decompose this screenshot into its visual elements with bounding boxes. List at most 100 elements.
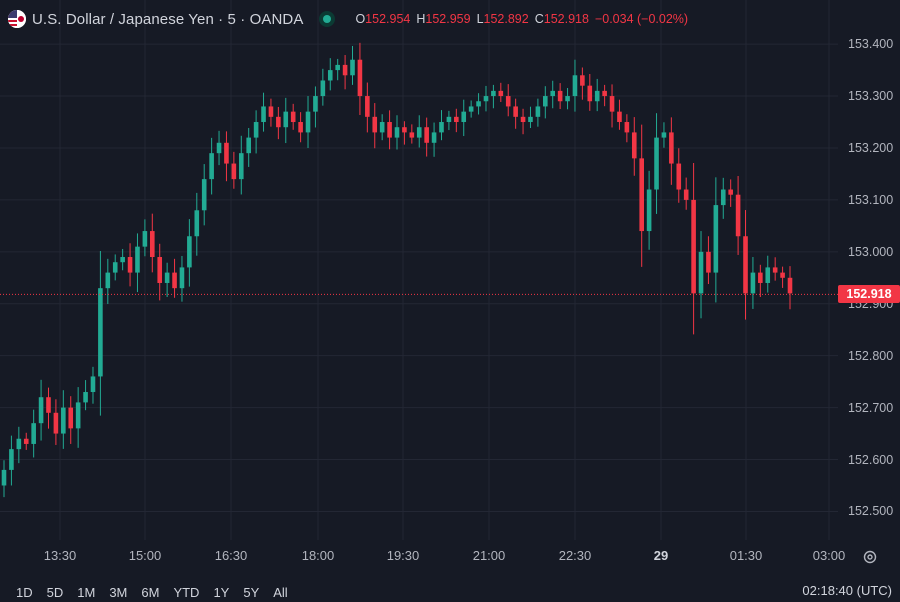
candle-body xyxy=(706,251,711,273)
candle-body xyxy=(350,59,355,76)
candle-up xyxy=(209,137,214,195)
range-button-5d[interactable]: 5D xyxy=(47,585,64,600)
candle-body xyxy=(298,122,303,133)
x-tick-label: 15:00 xyxy=(128,548,162,563)
candle-body xyxy=(765,267,771,283)
candle-down xyxy=(780,266,785,288)
candle-body xyxy=(224,142,229,164)
candle-up xyxy=(543,86,548,119)
y-tick-label: 152.700 xyxy=(848,400,894,415)
candle-body xyxy=(194,210,200,237)
candle-body xyxy=(669,132,674,164)
candle-down xyxy=(224,131,229,182)
candle-body xyxy=(431,132,437,143)
ohlc-key: O xyxy=(355,12,366,26)
settings-gear-icon[interactable] xyxy=(861,548,879,566)
candle-body xyxy=(617,111,622,123)
utc-clock[interactable]: 02:18:40 (UTC) xyxy=(802,583,892,598)
candle-body xyxy=(172,272,177,289)
ohlc-item: O152.954 xyxy=(355,12,410,26)
range-button-5y[interactable]: 5Y xyxy=(243,585,259,600)
candle-body xyxy=(23,438,29,444)
time-axis[interactable]: 13:30 15:00 16:30 18:00 19:30 21:00 22:30 29 01:… xyxy=(0,540,846,570)
candle-up xyxy=(135,233,140,293)
candle-down xyxy=(557,83,563,110)
candle-body xyxy=(357,59,363,97)
ohlc-value: −0.034 (−0.02%) xyxy=(594,12,689,26)
candle-up xyxy=(142,219,148,257)
candle-body xyxy=(68,407,74,429)
candle-up xyxy=(698,231,704,319)
candle-body xyxy=(758,272,763,283)
range-button-1d[interactable]: 1D xyxy=(16,585,33,600)
candle-body xyxy=(565,96,570,102)
range-button-all[interactable]: All xyxy=(273,585,287,600)
x-tick-label: 01:30 xyxy=(729,548,763,563)
y-tick-label: 153.400 xyxy=(848,37,894,52)
candle-down xyxy=(46,387,51,429)
candle-down xyxy=(669,117,674,185)
candle-body xyxy=(787,277,793,294)
candle-up xyxy=(105,258,111,305)
y-tick-label: 153.300 xyxy=(848,89,894,104)
candle-body xyxy=(446,116,452,123)
candle-down xyxy=(624,114,630,143)
candle-body xyxy=(313,96,318,112)
range-button-6m[interactable]: 6M xyxy=(141,585,159,600)
ohlc-value: 152.954 xyxy=(365,12,411,26)
symbol-title[interactable]: U.S. Dollar / Japanese Yen · 5 · OANDA xyxy=(32,11,303,28)
range-button-ytd[interactable]: YTD xyxy=(173,585,199,600)
candle-body xyxy=(572,75,578,97)
candle-body xyxy=(698,251,704,294)
candle-down xyxy=(357,42,363,116)
candle-body xyxy=(246,137,251,154)
range-button-1y[interactable]: 1Y xyxy=(213,585,229,600)
candle-body xyxy=(216,142,222,154)
candle-body xyxy=(157,257,163,283)
price-axis[interactable]: 153.400 153.300 153.200 153.100 153.000 152.9… xyxy=(838,0,900,540)
candle-body xyxy=(535,106,541,117)
candle-up xyxy=(446,110,452,131)
candle-down xyxy=(298,112,303,143)
candle-down xyxy=(127,243,133,287)
candle-down xyxy=(268,98,274,127)
candle-up xyxy=(535,98,541,127)
candle-body xyxy=(520,116,526,123)
candle-up xyxy=(238,135,244,195)
candle-up xyxy=(31,409,36,458)
candle-down xyxy=(23,432,29,450)
candle-body xyxy=(498,90,504,97)
candle-up xyxy=(483,85,489,112)
price-chart[interactable] xyxy=(0,0,838,540)
candle-body xyxy=(379,122,385,133)
candle-up xyxy=(720,177,726,219)
candle-up xyxy=(253,110,259,154)
candle-body xyxy=(439,122,444,133)
range-button-3m[interactable]: 3M xyxy=(109,585,127,600)
x-tick-label: 03:00 xyxy=(812,548,846,563)
us-jp-flag-icon xyxy=(8,10,26,28)
y-tick-label: 152.500 xyxy=(848,504,894,519)
candle-down xyxy=(676,148,682,203)
candle-down xyxy=(706,236,711,285)
candle-body xyxy=(342,64,348,76)
candle-down xyxy=(617,99,622,130)
candle-body xyxy=(127,257,133,273)
candle-body xyxy=(90,376,96,393)
candle-body xyxy=(98,288,103,377)
candle-body xyxy=(505,96,511,107)
range-button-1m[interactable]: 1M xyxy=(77,585,95,600)
ohlc-value: 152.918 xyxy=(543,12,589,26)
candle-body xyxy=(713,205,719,273)
candle-down xyxy=(683,177,689,210)
candle-body xyxy=(187,236,192,268)
candle-body xyxy=(409,132,415,138)
candle-up xyxy=(661,122,667,148)
candle-up xyxy=(38,379,44,441)
candle-body xyxy=(639,158,644,232)
candle-body xyxy=(631,132,637,159)
candle-down xyxy=(735,176,741,255)
candle-body xyxy=(135,246,140,273)
candle-up xyxy=(98,251,103,416)
candle-body xyxy=(661,132,667,138)
